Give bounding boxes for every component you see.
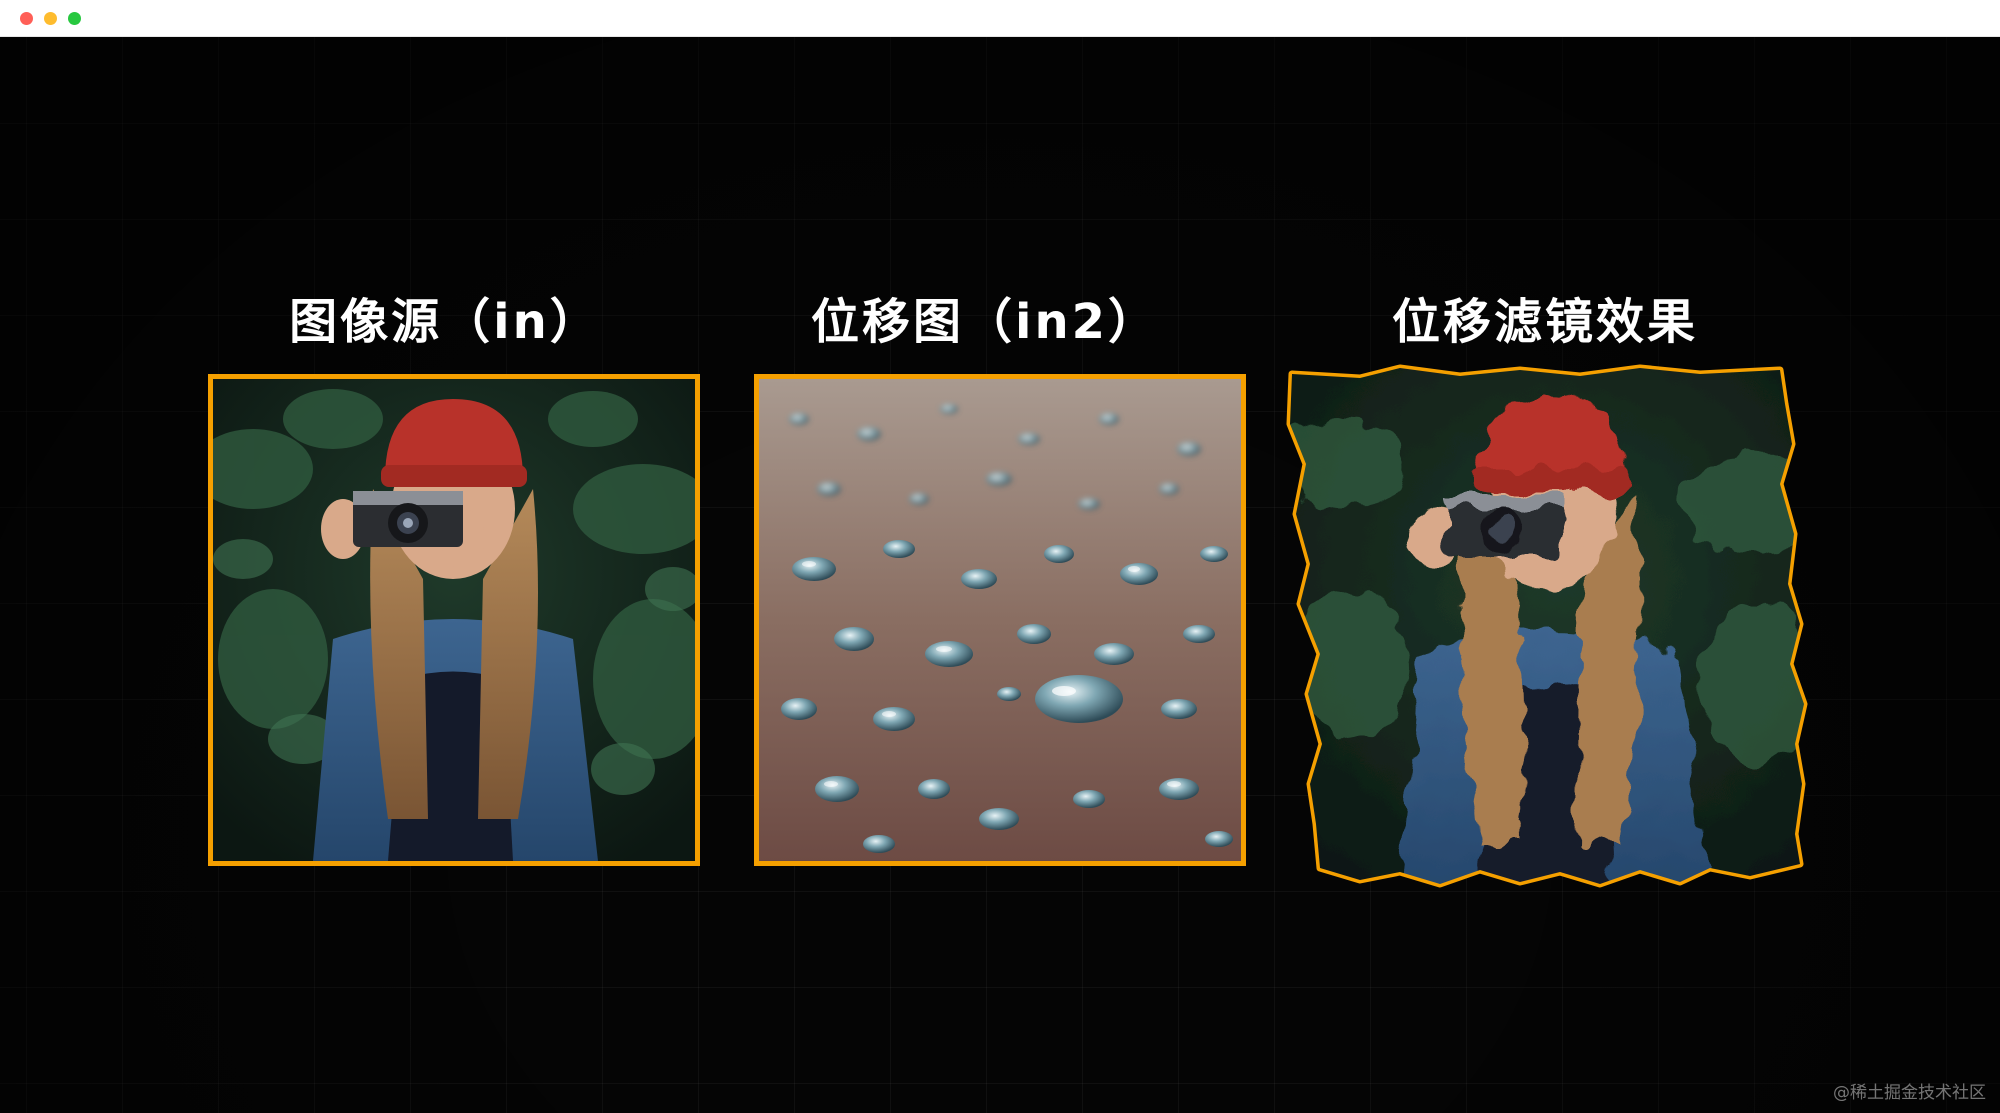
source-image-panel xyxy=(208,374,700,866)
minimize-window-button[interactable] xyxy=(44,12,57,25)
browser-window: 图像源（in） 位移图（in2） 位移滤镜效果 @稀土掘金技术社区 xyxy=(0,0,2000,1113)
water-droplets-photo xyxy=(759,379,1241,861)
displacement-map-title: 位移图（in2） xyxy=(810,294,1160,350)
close-window-button[interactable] xyxy=(20,12,33,25)
filter-result-panel xyxy=(1280,364,1840,896)
watermark: @稀土掘金技术社区 xyxy=(1833,1083,1986,1103)
woman-with-camera-photo xyxy=(213,379,695,861)
filter-result-title: 位移滤镜效果 xyxy=(1391,294,1698,350)
source-image-title: 图像源（in） xyxy=(289,294,601,350)
displaced-woman-with-camera-photo xyxy=(1286,364,1808,888)
window-titlebar xyxy=(0,0,2000,37)
displacement-map-panel xyxy=(754,374,1246,866)
zoom-window-button[interactable] xyxy=(68,12,81,25)
